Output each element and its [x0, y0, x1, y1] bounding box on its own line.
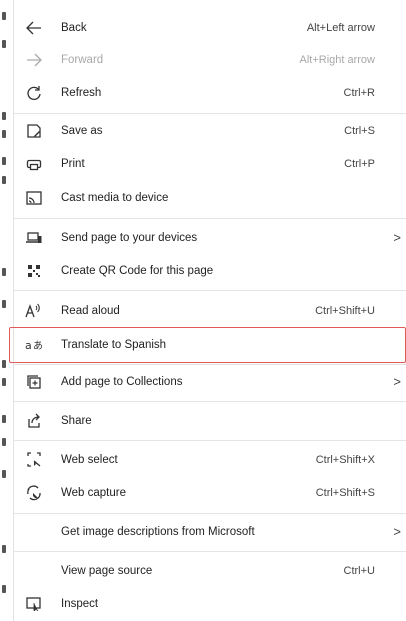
collections-icon: [25, 373, 43, 391]
menu-divider: [14, 290, 406, 291]
background-fragment: [2, 585, 6, 593]
share-icon: [25, 412, 43, 430]
menu-item-cast-media[interactable]: Cast media to device: [14, 182, 406, 214]
background-fragment: [2, 12, 6, 20]
menu-item-web-select[interactable]: Web select Ctrl+Shift+X: [14, 444, 406, 476]
background-fragment: [2, 378, 6, 386]
menu-item-label: Cast media to device: [61, 192, 169, 204]
menu-item-label: Save as: [61, 125, 103, 137]
menu-divider: [14, 364, 406, 365]
menu-divider: [14, 513, 406, 514]
menu-divider: [14, 401, 406, 402]
menu-item-label: Create QR Code for this page: [61, 265, 214, 277]
svg-text:あ: あ: [33, 340, 43, 352]
save-as-icon: [25, 122, 43, 140]
menu-item-label: Inspect: [61, 598, 99, 610]
menu-item-shortcut: Ctrl+U: [343, 565, 375, 577]
chevron-right-icon: >: [393, 374, 401, 389]
background-fragment: [2, 40, 6, 48]
menu-item-read-aloud[interactable]: Read aloud Ctrl+Shift+U: [14, 295, 406, 327]
menu-divider: [14, 113, 406, 114]
menu-item-label: Add page to Collections: [61, 376, 183, 388]
translate-icon: aあ: [25, 336, 43, 354]
cast-icon: [25, 189, 43, 207]
background-fragment: [2, 360, 6, 368]
menu-item-label: Translate to Spanish: [61, 339, 167, 351]
menu-item-shortcut: Alt+Right arrow: [299, 54, 375, 66]
menu-item-shortcut: Ctrl+P: [344, 158, 375, 170]
menu-item-translate[interactable]: aあ Translate to Spanish: [14, 329, 406, 361]
background-fragment: [2, 470, 6, 478]
background-page-edge: [0, 0, 12, 621]
print-icon: [25, 155, 43, 173]
menu-item-back[interactable]: Back Alt+Left arrow: [14, 12, 406, 44]
background-fragment: [2, 438, 6, 446]
chevron-right-icon: >: [393, 230, 401, 245]
menu-item-shortcut: Ctrl+Shift+S: [315, 487, 375, 499]
background-fragment: [2, 176, 6, 184]
svg-text:a: a: [25, 339, 32, 352]
menu-item-label: View page source: [61, 565, 153, 577]
menu-item-get-image-descriptions[interactable]: Get image descriptions from Microsoft >: [14, 516, 406, 548]
menu-item-shortcut: Ctrl+Shift+X: [315, 454, 375, 466]
menu-item-save-as[interactable]: Save as Ctrl+S: [14, 115, 406, 147]
menu-item-label: Refresh: [61, 87, 102, 99]
menu-item-share[interactable]: Share: [14, 405, 406, 437]
menu-item-shortcut: Alt+Left arrow: [306, 22, 375, 34]
background-fragment: [2, 268, 6, 276]
background-fragment: [2, 157, 6, 165]
inspect-icon: [25, 595, 43, 613]
menu-item-label: Send page to your devices: [61, 232, 198, 244]
menu-item-label: Web select: [61, 454, 118, 466]
menu-item-label: Web capture: [61, 487, 126, 499]
chevron-right-icon: >: [393, 524, 401, 539]
menu-divider: [14, 440, 406, 441]
web-capture-icon: [25, 484, 43, 502]
menu-item-shortcut: Ctrl+S: [344, 125, 375, 137]
menu-item-add-to-collections[interactable]: Add page to Collections >: [14, 366, 406, 398]
menu-divider: [14, 218, 406, 219]
menu-item-web-capture[interactable]: Web capture Ctrl+Shift+S: [14, 477, 406, 509]
background-fragment: [2, 300, 6, 308]
qr-code-icon: [25, 262, 43, 280]
background-fragment: [2, 415, 6, 423]
menu-item-label: Read aloud: [61, 305, 120, 317]
menu-item-shortcut: Ctrl+Shift+U: [315, 305, 375, 317]
arrow-left-icon: [25, 19, 43, 37]
menu-item-send-to-devices[interactable]: Send page to your devices >: [14, 222, 406, 254]
menu-item-label: Share: [61, 415, 92, 427]
browser-context-menu: Back Alt+Left arrow Forward Alt+Right ar…: [13, 0, 406, 621]
web-select-icon: [25, 451, 43, 469]
send-to-devices-icon: [25, 229, 43, 247]
refresh-icon: [25, 84, 43, 102]
menu-item-forward[interactable]: Forward Alt+Right arrow: [14, 44, 406, 76]
menu-item-label: Back: [61, 22, 87, 34]
background-fragment: [2, 112, 6, 120]
menu-item-label: Print: [61, 158, 85, 170]
read-aloud-icon: [25, 302, 43, 320]
arrow-right-icon: [25, 51, 43, 69]
menu-item-print[interactable]: Print Ctrl+P: [14, 148, 406, 180]
menu-item-create-qr-code[interactable]: Create QR Code for this page: [14, 255, 406, 287]
context-menu-screenshot: k Back Alt+Left arrow Forward Alt+Right …: [0, 0, 406, 621]
menu-item-label: Get image descriptions from Microsoft: [61, 526, 255, 538]
menu-item-inspect[interactable]: Inspect: [14, 588, 406, 620]
menu-item-view-page-source[interactable]: View page source Ctrl+U: [14, 555, 406, 587]
background-fragment: [2, 545, 6, 553]
menu-item-label: Forward: [61, 54, 104, 66]
background-fragment: [2, 130, 6, 138]
menu-item-shortcut: Ctrl+R: [343, 87, 375, 99]
menu-divider: [14, 551, 406, 552]
menu-item-refresh[interactable]: Refresh Ctrl+R: [14, 77, 406, 109]
